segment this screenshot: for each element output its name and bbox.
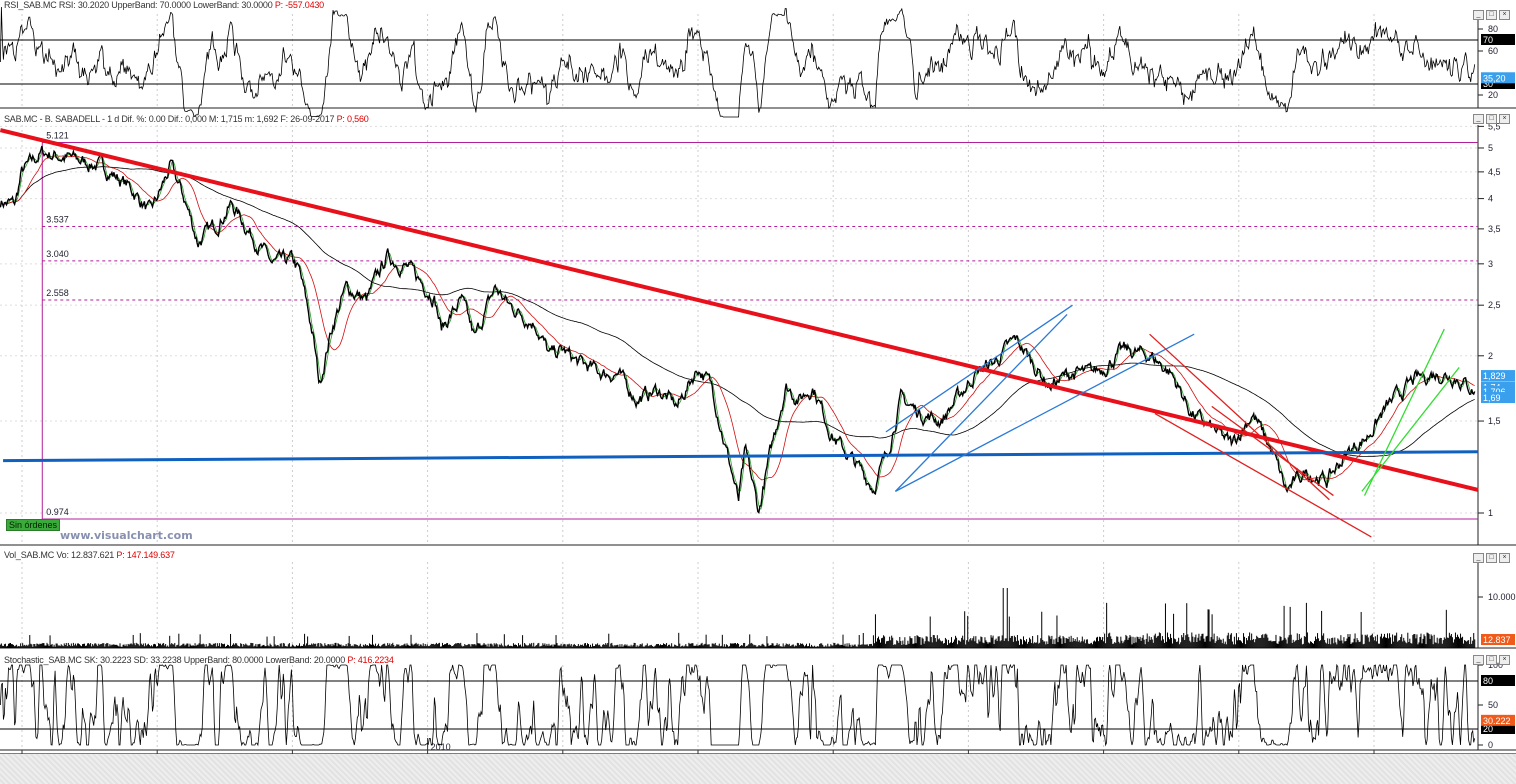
rsi-tick-label: 60 xyxy=(1488,46,1498,56)
close-button[interactable]: × xyxy=(1499,10,1510,20)
price-box-1: 1,829 xyxy=(1483,371,1506,381)
rsi-tick-label: 20 xyxy=(1488,90,1498,100)
maximize-button[interactable]: □ xyxy=(1486,655,1497,665)
price-tick-label: 5 xyxy=(1488,143,1493,153)
close-button[interactable]: × xyxy=(1499,553,1510,563)
stoch-k-line xyxy=(0,663,1476,747)
rsi-upper-box: 70 xyxy=(1483,35,1493,45)
trendline-support-line xyxy=(3,450,1479,463)
fib-level-label: 3.040 xyxy=(46,249,69,259)
stoch-value-box: 30.222 xyxy=(1483,716,1511,726)
maximize-button[interactable]: □ xyxy=(1486,553,1497,563)
stoch-tick-label: 0 xyxy=(1488,740,1493,750)
fib-level-label: 5.121 xyxy=(46,131,69,141)
close-button[interactable]: × xyxy=(1499,655,1510,665)
orders-badge[interactable]: Sin órdenes xyxy=(6,519,61,531)
price-tick-label: 2 xyxy=(1488,351,1493,361)
stoch-tick-label: 50 xyxy=(1488,700,1498,710)
minimize-button[interactable]: _ xyxy=(1473,114,1484,124)
trendline-blue-channel-mid xyxy=(894,313,1068,492)
price-tick-label: 1 xyxy=(1488,508,1493,518)
maximize-button[interactable]: □ xyxy=(1486,114,1497,124)
x-axis xyxy=(0,754,1516,784)
watermark: www.visualchart.com xyxy=(60,529,193,542)
chart-canvas[interactable]: 2007200820092010201120122013201420152016… xyxy=(0,0,1516,784)
price-tick-label: 2,5 xyxy=(1488,300,1501,310)
rsi-tick-label: 80 xyxy=(1488,24,1498,34)
fib-level-label: 0.974 xyxy=(46,507,69,517)
volume-window-buttons: _ □ × xyxy=(1473,553,1510,563)
fib-level-label: 3.537 xyxy=(46,214,69,224)
rsi-value-box: 35,20 xyxy=(1483,73,1506,83)
trendline-long-term-downtrend xyxy=(0,128,1479,492)
minimize-button[interactable]: _ xyxy=(1473,553,1484,563)
price-window-buttons: _ □ × xyxy=(1473,114,1510,124)
price-tick-label: 3 xyxy=(1488,259,1493,269)
price-tick-label: 4 xyxy=(1488,194,1493,204)
volume-value-box: 12.837 xyxy=(1483,635,1511,645)
price-box-4: 1,69 xyxy=(1483,393,1501,403)
stoch-window-buttons: _ □ × xyxy=(1473,655,1510,665)
moving-average-fast xyxy=(0,155,1475,481)
rsi-line xyxy=(0,6,1476,118)
fib-level-label: 2.558 xyxy=(46,288,69,298)
minimize-button[interactable]: _ xyxy=(1473,10,1484,20)
x-extra-label: 2010 xyxy=(431,742,451,752)
rsi-window-buttons: _ □ × xyxy=(1473,10,1510,20)
maximize-button[interactable]: □ xyxy=(1486,10,1497,20)
price-tick-label: 3,5 xyxy=(1488,224,1501,234)
minimize-button[interactable]: _ xyxy=(1473,655,1484,665)
price-tick-label: 1,5 xyxy=(1488,416,1501,426)
volume-tick-label: 10.000 xyxy=(1488,592,1516,602)
close-button[interactable]: × xyxy=(1499,114,1510,124)
stoch-upper-box: 80 xyxy=(1483,676,1493,686)
price-tick-label: 4,5 xyxy=(1488,167,1501,177)
